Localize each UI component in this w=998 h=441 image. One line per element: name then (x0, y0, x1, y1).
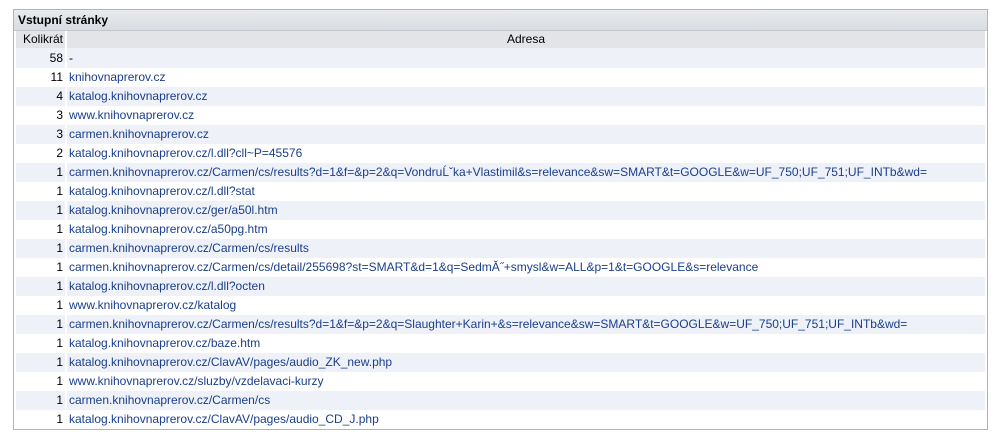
visit-count: 1 (56, 184, 63, 198)
visit-count: 1 (16, 277, 65, 296)
visit-count: 11 (50, 70, 63, 84)
table-row: 1 carmen.knihovnaprerov.cz/Carmen/cs/resu… (16, 163, 985, 182)
visit-count: 3 (16, 125, 65, 144)
table-row: 1 katalog.knihovnaprerov.cz/a50pg.htm (16, 220, 985, 239)
entry-page-address[interactable]: katalog.knihovnaprerov.cz/ger/a50l.htm (67, 201, 985, 220)
entry-pages-table: Kolikrát Adresa 58-11 knihovnaprerov.cz 4 k… (14, 31, 987, 429)
visit-count: 1 (56, 222, 63, 236)
entry-page-address[interactable]: www.knihovnaprerov.cz/sluzby/vzdelavaci-… (67, 372, 985, 391)
column-header-count[interactable]: Kolikrát (16, 31, 65, 48)
visit-count: 1 (56, 374, 63, 388)
visit-count: 3 (56, 108, 63, 122)
entry-page-address[interactable]: katalog.knihovnaprerov.cz/l.dll?cll~P=45… (67, 144, 985, 163)
visit-count: 1 (56, 336, 63, 350)
visit-count: 1 (16, 201, 65, 220)
table-row: 1 carmen.knihovnaprerov.cz/Carmen/cs/resu… (16, 315, 985, 334)
table-row: 1 www.knihovnaprerov.cz/sluzby/vzdelavaci… (16, 372, 985, 391)
table-row: 1 carmen.knihovnaprerov.cz/Carmen/cs/resu… (16, 239, 985, 258)
entry-page-address[interactable]: katalog.knihovnaprerov.cz/a50pg.htm (67, 220, 985, 239)
entry-page-address[interactable]: katalog.knihovnaprerov.cz/ClavAV/pages/a… (67, 353, 985, 372)
visit-count: 1 (16, 239, 65, 258)
entry-page-address[interactable]: carmen.knihovnaprerov.cz/Carmen/cs/resul… (67, 239, 985, 258)
visit-count: 1 (16, 353, 65, 372)
table-row: 1 katalog.knihovnaprerov.cz/baze.htm (16, 334, 985, 353)
entry-page-address[interactable]: carmen.knihovnaprerov.cz/Carmen/cs/detai… (67, 258, 985, 277)
visit-count: 1 (16, 391, 65, 410)
visit-count: 58 (16, 48, 65, 68)
entry-page-address[interactable]: knihovnaprerov.cz (67, 68, 985, 87)
table-row: 1 carmen.knihovnaprerov.cz/Carmen/cs/deta… (16, 258, 985, 277)
panel-title: Vstupní stránky (14, 10, 987, 31)
entry-page-address[interactable]: www.knihovnaprerov.cz (67, 106, 985, 125)
column-header-address[interactable]: Adresa (67, 31, 985, 48)
table-body: 58-11 knihovnaprerov.cz 4 katalog.knihovnap… (16, 48, 985, 429)
table-row: 1 katalog.knihovnaprerov.cz/ClavAV/pages/… (16, 353, 985, 372)
entry-page-address[interactable]: carmen.knihovnaprerov.cz (67, 125, 985, 144)
entry-page-address: - (67, 48, 985, 68)
table-row: 1 katalog.knihovnaprerov.cz/l.dll?stat (16, 182, 985, 201)
visit-count: 4 (16, 87, 65, 106)
entry-page-address[interactable]: carmen.knihovnaprerov.cz/Carmen/cs (67, 391, 985, 410)
visit-count: 1 (56, 260, 63, 274)
entry-page-address[interactable]: carmen.knihovnaprerov.cz/Carmen/cs/resul… (67, 315, 985, 334)
visit-count: 2 (56, 146, 63, 160)
visit-count: 1 (56, 412, 63, 426)
entry-page-address[interactable]: katalog.knihovnaprerov.cz/ClavAV/pages/a… (67, 410, 985, 429)
table-row: 1 katalog.knihovnaprerov.cz/ClavAV/pages/… (16, 410, 985, 429)
entry-page-address[interactable]: carmen.knihovnaprerov.cz/Carmen/cs/resul… (67, 163, 985, 182)
table-row: 3 www.knihovnaprerov.cz (16, 106, 985, 125)
entry-page-address[interactable]: katalog.knihovnaprerov.cz/l.dll?octen (67, 277, 985, 296)
entry-page-address[interactable]: katalog.knihovnaprerov.cz/baze.htm (67, 334, 985, 353)
entry-page-address[interactable]: www.knihovnaprerov.cz/katalog (67, 296, 985, 315)
table-row: 1 katalog.knihovnaprerov.cz/l.dll?octen (16, 277, 985, 296)
table-row: 2 katalog.knihovnaprerov.cz/l.dll?cll~P=4… (16, 144, 985, 163)
table-row: 11 knihovnaprerov.cz (16, 68, 985, 87)
table-row: 1 www.knihovnaprerov.cz/katalog (16, 296, 985, 315)
entry-page-address[interactable]: katalog.knihovnaprerov.cz/l.dll?stat (67, 182, 985, 201)
visit-count: 1 (16, 163, 65, 182)
visit-count: 1 (56, 298, 63, 312)
table-row: 3 carmen.knihovnaprerov.cz (16, 125, 985, 144)
visit-count: 1 (16, 315, 65, 334)
table-row: 58- (16, 48, 985, 68)
table-row: 1 katalog.knihovnaprerov.cz/ger/a50l.htm (16, 201, 985, 220)
entry-pages-panel: Vstupní stránky Kolikrát Adresa 58-11 kni… (13, 9, 988, 430)
table-row: 1 carmen.knihovnaprerov.cz/Carmen/cs (16, 391, 985, 410)
table-row: 4 katalog.knihovnaprerov.cz (16, 87, 985, 106)
entry-page-address[interactable]: katalog.knihovnaprerov.cz (67, 87, 985, 106)
table-header-row: Kolikrát Adresa (16, 31, 985, 48)
